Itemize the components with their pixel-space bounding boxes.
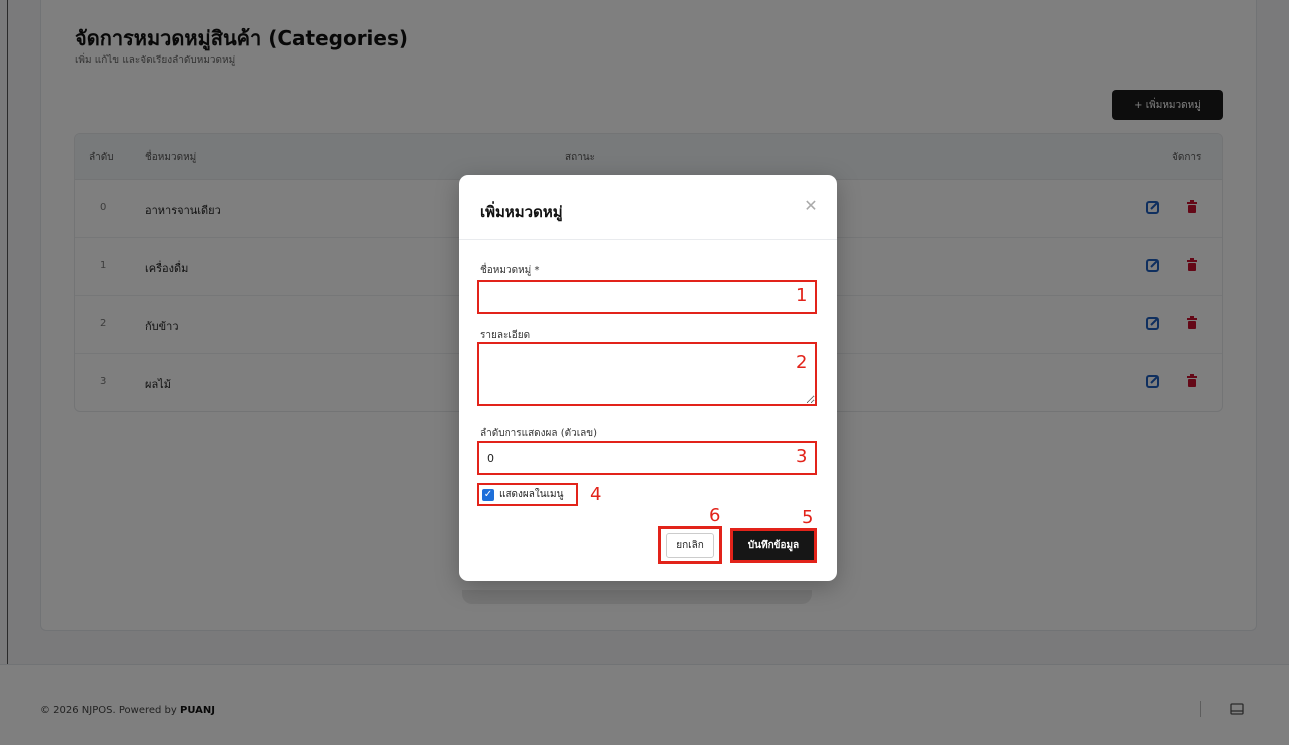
modal-header: เพิ่มหมวดหมู่ ✕ xyxy=(459,175,837,240)
add-category-modal: เพิ่มหมวดหมู่ ✕ ชื่อหมวดหมู่ * 1 รายละเอ… xyxy=(459,175,837,581)
annotation-marker-3: 3 xyxy=(796,446,808,467)
save-button-label: บันทึกข้อมูล xyxy=(747,540,800,551)
description-textarea[interactable] xyxy=(477,342,817,406)
annotation-marker-5: 5 xyxy=(802,507,814,528)
annotation-marker-1: 1 xyxy=(796,285,808,306)
description-label: รายละเอียด xyxy=(480,330,531,341)
checkbox-checked-icon[interactable]: ✓ xyxy=(482,488,494,501)
annotation-marker-6: 6 xyxy=(709,505,721,526)
show-in-menu-label: แสดงผลในเมนู xyxy=(499,489,564,500)
category-name-input[interactable] xyxy=(477,280,817,314)
save-button[interactable]: บันทึกข้อมูล xyxy=(730,528,817,563)
display-order-input[interactable] xyxy=(477,441,817,475)
modal-shadow xyxy=(462,590,812,604)
cancel-button-label: ยกเลิก xyxy=(666,532,714,558)
show-in-menu-checkbox[interactable]: ✓ แสดงผลในเมนู xyxy=(477,483,578,506)
close-icon[interactable]: ✕ xyxy=(802,197,820,215)
annotation-marker-4: 4 xyxy=(590,484,602,505)
annotation-marker-2: 2 xyxy=(796,352,808,373)
modal-title: เพิ่มหมวดหมู่ xyxy=(480,203,563,221)
display-order-label: ลำดับการแสดงผล (ตัวเลข) xyxy=(480,428,598,439)
cancel-button[interactable]: ยกเลิก xyxy=(658,526,722,564)
name-label: ชื่อหมวดหมู่ * xyxy=(480,265,540,276)
